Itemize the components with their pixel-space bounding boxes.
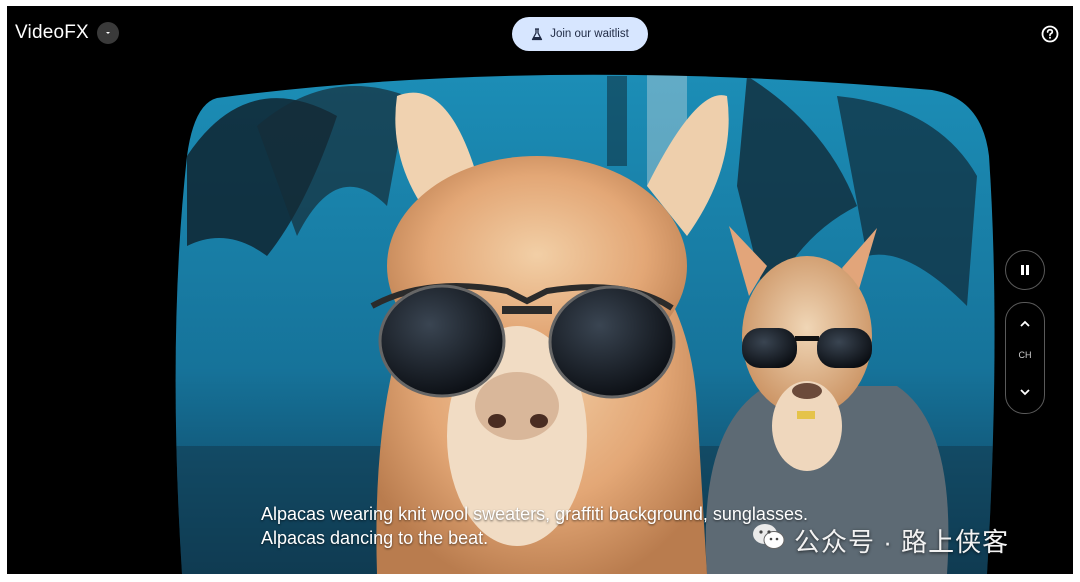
videofx-app: Alpacas wearing knit wool sweaters, graf…: [7, 6, 1073, 574]
app-brand: VideoFX: [15, 22, 119, 44]
channel-down-button[interactable]: [1006, 377, 1044, 407]
channel-control: CH: [1005, 302, 1045, 414]
video-frame: [175, 74, 995, 574]
help-button[interactable]: [1041, 25, 1059, 43]
flask-icon: [532, 27, 543, 40]
channel-label: CH: [1018, 350, 1032, 360]
app-title: VideoFX: [15, 22, 89, 43]
channel-up-button[interactable]: [1006, 309, 1044, 339]
help-circle-icon: [1041, 25, 1059, 43]
waitlist-label: Join our waitlist: [550, 28, 629, 40]
join-waitlist-button[interactable]: Join our waitlist: [512, 17, 648, 51]
chevron-down-icon: [105, 32, 110, 34]
app-menu-button[interactable]: [96, 22, 119, 44]
wechat-watermark: 公众号 · 路上侠客: [752, 522, 1009, 559]
wechat-icon: [752, 522, 786, 559]
pause-button[interactable]: [1005, 250, 1045, 290]
video-player[interactable]: Alpacas wearing knit wool sweaters, graf…: [7, 6, 1073, 574]
watermark-text: 公众号 · 路上侠客: [794, 527, 1010, 557]
chevron-down-icon: [1020, 389, 1030, 396]
chevron-up-icon: [1020, 320, 1030, 327]
pause-icon: [1021, 265, 1029, 275]
